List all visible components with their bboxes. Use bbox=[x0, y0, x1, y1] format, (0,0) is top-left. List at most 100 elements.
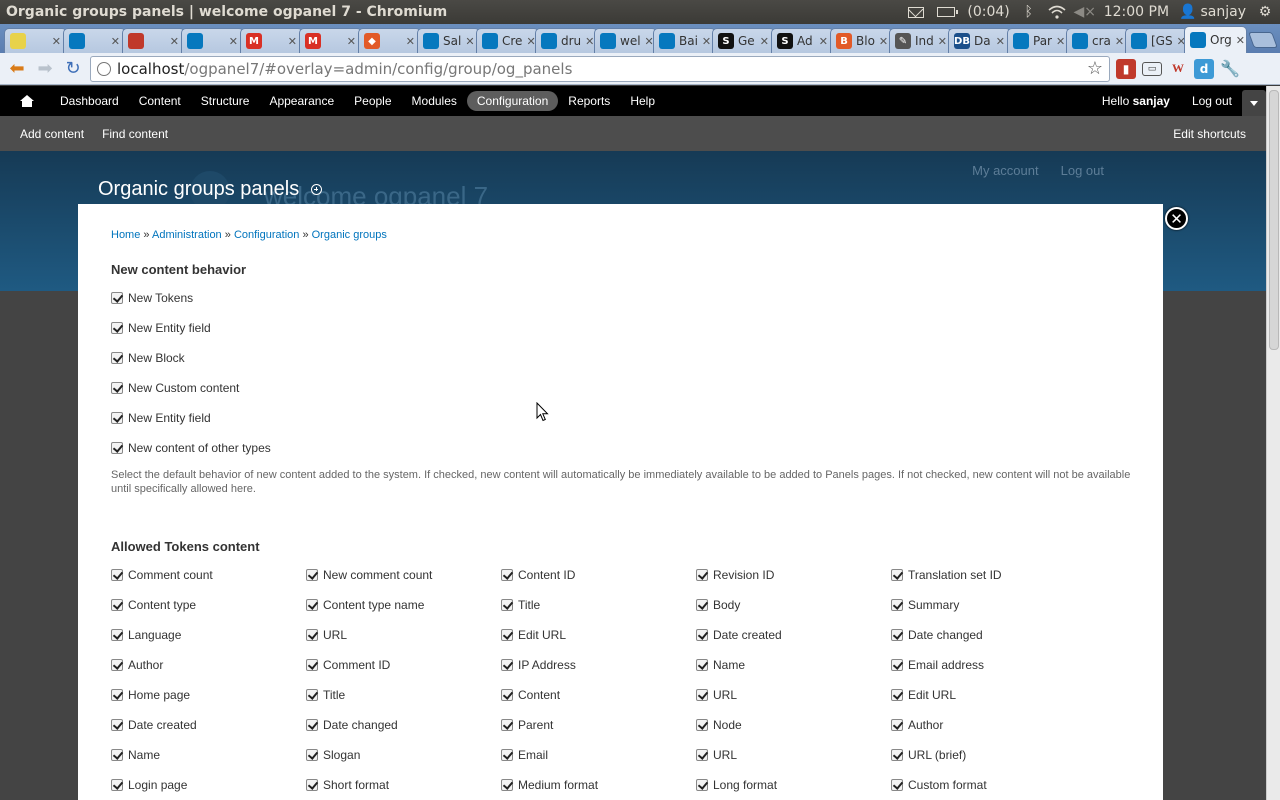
add-shortcut-icon[interactable] bbox=[311, 184, 323, 195]
browser-tab[interactable]: Par ✕ bbox=[1007, 28, 1070, 53]
checkbox[interactable] bbox=[111, 629, 123, 641]
back-button[interactable]: ⬅ bbox=[6, 58, 28, 80]
checkbox-label[interactable]: IP Address bbox=[518, 658, 576, 672]
checkbox[interactable] bbox=[696, 719, 708, 731]
checkbox[interactable] bbox=[891, 599, 903, 611]
page-info-icon[interactable] bbox=[97, 61, 111, 76]
checkbox-item[interactable]: New Entity field bbox=[111, 313, 1130, 343]
checkbox[interactable] bbox=[501, 659, 513, 671]
admin-menu-reports[interactable]: Reports bbox=[558, 91, 620, 111]
wrench-menu-icon[interactable]: 🔧 bbox=[1220, 58, 1240, 79]
tab-close-icon[interactable]: ✕ bbox=[879, 35, 888, 48]
checkbox-label[interactable]: Name bbox=[713, 658, 745, 672]
clock[interactable]: 12:00 PM bbox=[1104, 4, 1169, 20]
breadcrumb-administration[interactable]: Administration bbox=[152, 229, 222, 241]
edit-shortcuts-link[interactable]: Edit shortcuts bbox=[1173, 127, 1246, 141]
admin-menu-structure[interactable]: Structure bbox=[191, 91, 260, 111]
browser-tab[interactable]: M ✕ bbox=[299, 28, 362, 53]
checkbox-label[interactable]: Summary bbox=[908, 598, 959, 612]
tab-close-icon[interactable]: ✕ bbox=[1236, 34, 1245, 47]
checkbox-item[interactable]: Language bbox=[111, 620, 306, 650]
browser-tab[interactable]: ✕ bbox=[4, 28, 67, 53]
tab-close-icon[interactable]: ✕ bbox=[819, 35, 828, 48]
tab-close-icon[interactable]: ✕ bbox=[1115, 35, 1124, 48]
tab-close-icon[interactable]: ✕ bbox=[585, 35, 594, 48]
checkbox-label[interactable]: Edit URL bbox=[908, 688, 956, 702]
close-overlay-button[interactable]: ✕ bbox=[1165, 207, 1188, 230]
checkbox-label[interactable]: New Entity field bbox=[128, 411, 211, 425]
browser-tab[interactable]: [GS ✕ bbox=[1125, 28, 1188, 53]
browser-tab[interactable]: Bai ✕ bbox=[653, 28, 716, 53]
checkbox-label[interactable]: Date changed bbox=[323, 718, 398, 732]
home-icon[interactable] bbox=[20, 95, 34, 107]
checkbox[interactable] bbox=[306, 659, 318, 671]
browser-tab[interactable]: cra ✕ bbox=[1066, 28, 1129, 53]
user-menu[interactable]: 👤 sanjay bbox=[1179, 4, 1246, 20]
checkbox[interactable] bbox=[111, 659, 123, 671]
checkbox-label[interactable]: URL bbox=[713, 688, 737, 702]
browser-tab[interactable]: dru ✕ bbox=[535, 28, 598, 53]
wikipedia-extension-icon[interactable]: W bbox=[1168, 58, 1188, 79]
address-bar[interactable]: localhost/ogpanel7/#overlay=admin/config… bbox=[90, 55, 1110, 82]
browser-tab[interactable]: S Ge ✕ bbox=[712, 28, 775, 53]
volume-muted-icon[interactable]: ◀× bbox=[1073, 3, 1096, 21]
browser-tab[interactable]: Org ✕ bbox=[1184, 26, 1247, 53]
checkbox[interactable] bbox=[696, 689, 708, 701]
tab-close-icon[interactable]: ✕ bbox=[170, 35, 179, 48]
checkbox-label[interactable]: New Tokens bbox=[128, 291, 193, 305]
browser-tab[interactable]: B Blo ✕ bbox=[830, 28, 893, 53]
checkbox-label[interactable]: New content of other types bbox=[128, 441, 271, 455]
checkbox-item[interactable]: Title bbox=[306, 680, 501, 710]
checkbox-label[interactable]: Content type name bbox=[323, 598, 424, 612]
checkbox-item[interactable]: Date created bbox=[111, 710, 306, 740]
browser-tab[interactable]: DB Da ✕ bbox=[948, 28, 1011, 53]
checkbox-item[interactable]: Comment count bbox=[111, 560, 306, 590]
tab-close-icon[interactable]: ✕ bbox=[288, 35, 297, 48]
checkbox-item[interactable]: Node bbox=[696, 710, 891, 740]
checkbox[interactable] bbox=[501, 689, 513, 701]
battery-icon[interactable] bbox=[935, 3, 959, 21]
checkbox[interactable] bbox=[501, 749, 513, 761]
checkbox[interactable] bbox=[111, 599, 123, 611]
breadcrumb-home[interactable]: Home bbox=[111, 229, 140, 241]
checkbox[interactable] bbox=[111, 779, 123, 791]
breadcrumb-configuration[interactable]: Configuration bbox=[234, 229, 299, 241]
checkbox-label[interactable]: Translation set ID bbox=[908, 568, 1002, 582]
checkbox-label[interactable]: Node bbox=[713, 718, 742, 732]
checkbox-label[interactable]: Slogan bbox=[323, 748, 360, 762]
checkbox-item[interactable]: URL (brief) bbox=[891, 740, 1086, 770]
checkbox-item[interactable]: Long format bbox=[696, 770, 891, 800]
checkbox-label[interactable]: URL bbox=[323, 628, 347, 642]
checkbox-label[interactable]: Home page bbox=[128, 688, 190, 702]
checkbox[interactable] bbox=[501, 599, 513, 611]
checkbox-item[interactable]: Login page bbox=[111, 770, 306, 800]
checkbox-label[interactable]: New Custom content bbox=[128, 381, 239, 395]
browser-tab[interactable]: wel ✕ bbox=[594, 28, 657, 53]
checkbox[interactable] bbox=[891, 569, 903, 581]
admin-menu-configuration[interactable]: Configuration bbox=[466, 91, 559, 111]
checkbox-label[interactable]: Body bbox=[713, 598, 740, 612]
username[interactable]: sanjay bbox=[1133, 94, 1170, 108]
tab-close-icon[interactable]: ✕ bbox=[347, 35, 356, 48]
checkbox[interactable] bbox=[111, 382, 123, 394]
checkbox-item[interactable]: New comment count bbox=[306, 560, 501, 590]
page-scrollbar[interactable] bbox=[1266, 86, 1280, 800]
checkbox-label[interactable]: New Entity field bbox=[128, 321, 211, 335]
checkbox-item[interactable]: Custom format bbox=[891, 770, 1086, 800]
checkbox-item[interactable]: New Entity field bbox=[111, 403, 1130, 433]
checkbox-item[interactable]: URL bbox=[696, 740, 891, 770]
checkbox-label[interactable]: Parent bbox=[518, 718, 553, 732]
checkbox-item[interactable]: URL bbox=[306, 620, 501, 650]
tab-close-icon[interactable]: ✕ bbox=[465, 35, 474, 48]
shortcuts-drawer-toggle[interactable] bbox=[1242, 90, 1266, 116]
shortcut-add-content[interactable]: Add content bbox=[20, 127, 84, 141]
checkbox[interactable] bbox=[111, 689, 123, 701]
checkbox[interactable] bbox=[111, 442, 123, 454]
checkbox[interactable] bbox=[111, 322, 123, 334]
site-logout-link[interactable]: Log out bbox=[1061, 163, 1104, 178]
checkbox[interactable] bbox=[306, 629, 318, 641]
checkbox[interactable] bbox=[891, 719, 903, 731]
checkbox[interactable] bbox=[891, 779, 903, 791]
checkbox-label[interactable]: Author bbox=[128, 658, 163, 672]
checkbox-item[interactable]: Revision ID bbox=[696, 560, 891, 590]
